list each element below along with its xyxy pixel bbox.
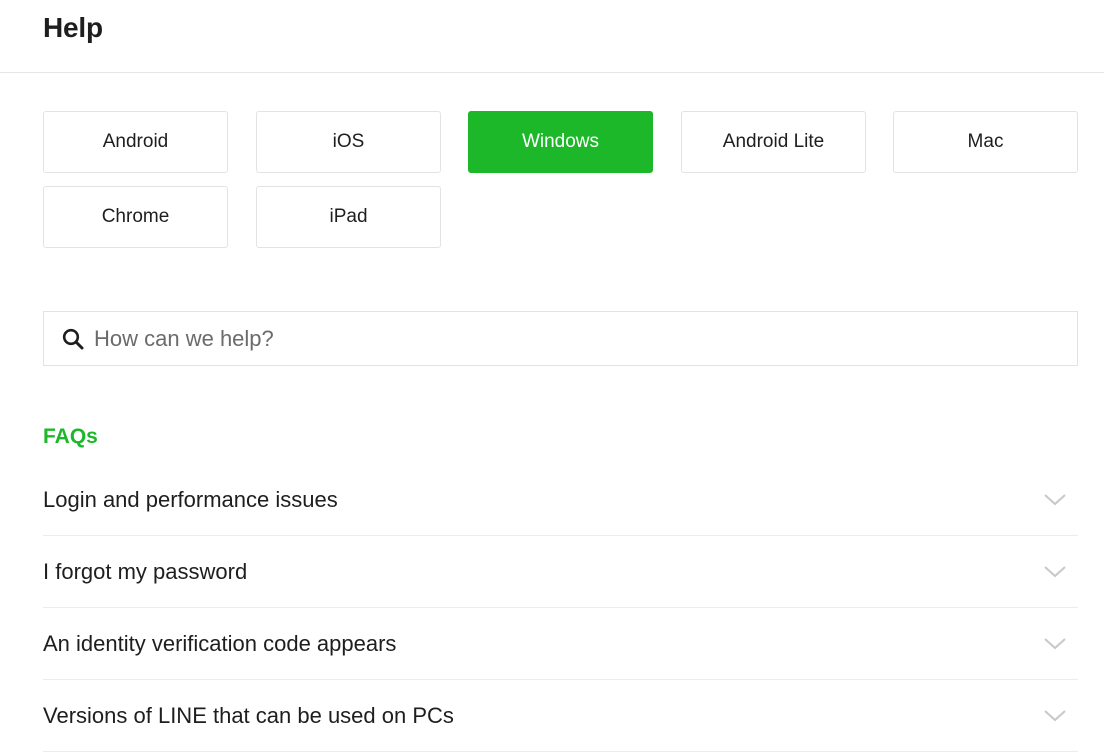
chevron-down-icon[interactable] [1043, 704, 1067, 728]
faq-item-label: I forgot my password [43, 558, 248, 584]
faq-item[interactable]: An identity verification code appears [43, 608, 1078, 680]
chevron-down-icon[interactable] [1043, 488, 1067, 512]
platform-button-chrome[interactable]: Chrome [43, 186, 228, 248]
platform-button-ios[interactable]: iOS [256, 111, 441, 173]
page-title: Help [43, 12, 103, 43]
chevron-down-icon[interactable] [1043, 560, 1067, 584]
search-box [43, 311, 1078, 366]
platform-button-ipad[interactable]: iPad [256, 186, 441, 248]
faq-item-label: An identity verification code appears [43, 630, 397, 656]
faq-item[interactable]: Versions of LINE that can be used on PCs [43, 680, 1078, 752]
platform-button-mac[interactable]: Mac [893, 111, 1078, 173]
platform-button-windows[interactable]: Windows [468, 111, 653, 173]
chevron-down-icon[interactable] [1043, 632, 1067, 656]
faq-list: Login and performance issues I forgot my… [43, 464, 1078, 752]
faq-item-label: Login and performance issues [43, 486, 338, 512]
faq-item[interactable]: Login and performance issues [43, 464, 1078, 536]
faq-item[interactable]: I forgot my password [43, 536, 1078, 608]
search-icon [61, 327, 85, 351]
faq-section-title: FAQs [43, 425, 98, 448]
platform-button-android-lite[interactable]: Android Lite [681, 111, 866, 173]
platform-button-android[interactable]: Android [43, 111, 228, 173]
faq-item-label: Versions of LINE that can be used on PCs [43, 702, 454, 728]
page-header: Help [0, 0, 1104, 73]
search-input[interactable] [94, 312, 1077, 365]
